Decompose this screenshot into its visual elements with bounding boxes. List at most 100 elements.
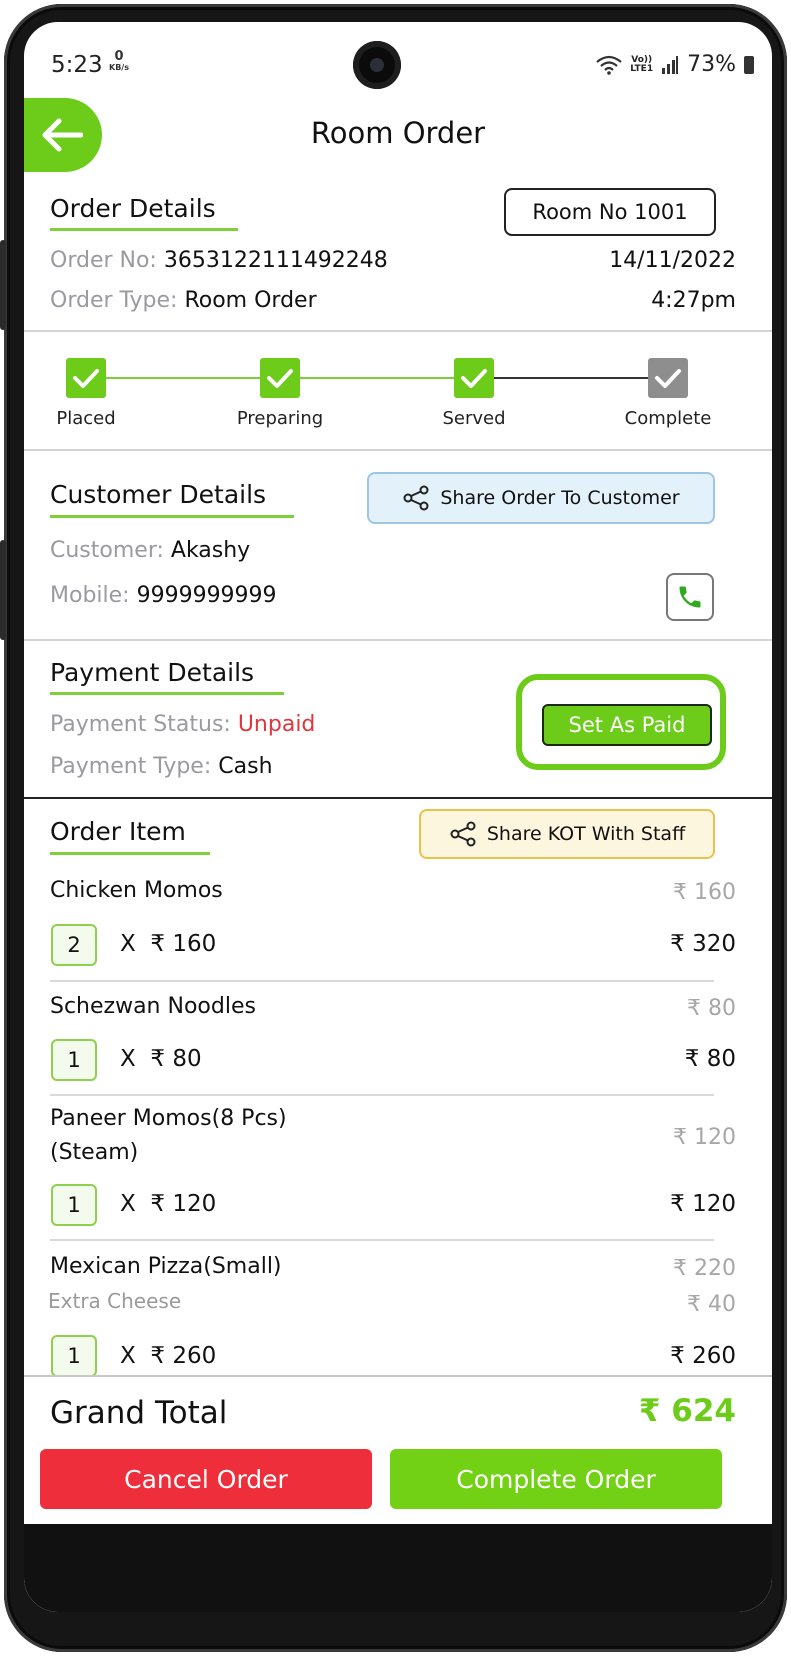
app-screen: 5:23 0 KB/s Vo)) LTE1 73% Room Order Ord… xyxy=(24,22,772,1612)
payment-details-title: Payment Details xyxy=(50,658,255,687)
footer-divider xyxy=(24,1375,772,1377)
section-divider xyxy=(24,639,772,641)
payment-type-value: Cash xyxy=(218,754,273,779)
step-placed-check-icon xyxy=(66,358,106,398)
step-label-complete: Complete xyxy=(624,408,712,429)
section-divider xyxy=(24,797,772,799)
share-kot-label: Share KOT With Staff xyxy=(486,823,686,845)
progress-line-1 xyxy=(106,377,260,379)
unit-price: ₹ 260 xyxy=(150,1343,217,1369)
item-divider xyxy=(50,1239,714,1241)
volte-indicator: Vo)) LTE1 xyxy=(630,55,654,74)
status-time: 5:23 xyxy=(51,52,103,78)
item-name: Paneer Momos(8 Pcs) xyxy=(50,1106,287,1131)
order-details-underline xyxy=(50,228,238,231)
signal-icon xyxy=(662,55,679,74)
volte-bottom: LTE1 xyxy=(630,63,654,74)
net-speed-value: 0 xyxy=(114,49,124,64)
volume-button xyxy=(0,240,6,330)
navigation-bar xyxy=(24,1524,772,1612)
step-served-check-icon xyxy=(454,358,494,398)
item-total: ₹ 260 xyxy=(670,1343,736,1369)
room-number-badge: Room No 1001 xyxy=(504,188,716,236)
quantity-calc: X ₹ 160 xyxy=(120,931,216,957)
progress-line-2 xyxy=(300,377,454,379)
order-type-value: Room Order xyxy=(184,288,317,313)
customer-row: Customer: Akashy xyxy=(50,538,250,563)
item-price: ₹ 80 xyxy=(687,996,736,1021)
status-icons: Vo)) LTE1 73% xyxy=(596,52,754,77)
battery-percent: 73% xyxy=(687,52,736,77)
cancel-order-button[interactable]: Cancel Order xyxy=(40,1449,372,1509)
item-name-line2: (Steam) xyxy=(50,1140,139,1165)
payment-type-label: Payment Type: xyxy=(50,754,212,779)
section-divider xyxy=(24,449,772,451)
step-label-placed: Placed xyxy=(56,408,116,429)
times-sign: X xyxy=(120,931,136,957)
order-type-label: Order Type: xyxy=(50,288,178,313)
order-date: 14/11/2022 xyxy=(609,248,736,273)
quantity-calc: X ₹ 260 xyxy=(120,1343,216,1369)
grand-total-value: ₹ 624 xyxy=(638,1393,736,1429)
addon-price: ₹ 40 xyxy=(687,1292,736,1317)
net-speed-unit: KB/s xyxy=(109,63,129,72)
order-details-title: Order Details xyxy=(50,194,216,223)
bixby-button xyxy=(0,540,6,640)
step-preparing-check-icon xyxy=(260,358,300,398)
order-no-label: Order No: xyxy=(50,248,157,273)
section-divider xyxy=(24,330,772,332)
share-kot-button[interactable]: Share KOT With Staff xyxy=(419,809,715,859)
times-sign: X xyxy=(120,1046,136,1072)
phone-frame: 5:23 0 KB/s Vo)) LTE1 73% Room Order Ord… xyxy=(0,0,791,1656)
customer-name: Akashy xyxy=(170,538,251,563)
unit-price: ₹ 120 xyxy=(150,1191,217,1217)
payment-details-underline xyxy=(50,692,284,695)
wifi-icon xyxy=(596,55,623,75)
payment-type-row: Payment Type: Cash xyxy=(50,754,273,779)
times-sign: X xyxy=(120,1343,136,1369)
share-icon xyxy=(403,485,429,511)
progress-line-3 xyxy=(494,377,648,379)
step-label-preparing: Preparing xyxy=(236,408,324,429)
payment-status-value: Unpaid xyxy=(237,712,316,737)
order-item-underline xyxy=(50,852,210,855)
quantity-box[interactable]: 1 xyxy=(51,1184,97,1226)
step-complete-check-icon[interactable] xyxy=(648,358,688,398)
item-price: ₹ 220 xyxy=(673,1256,736,1281)
times-sign: X xyxy=(120,1191,136,1217)
item-total: ₹ 120 xyxy=(670,1191,736,1217)
order-type-row: Order Type: Room Order xyxy=(50,288,317,313)
item-divider xyxy=(50,980,714,982)
order-number-row: Order No: 3653122111492248 xyxy=(50,248,388,273)
set-as-paid-button[interactable]: Set As Paid xyxy=(542,704,712,746)
battery-icon xyxy=(744,55,754,74)
item-price: ₹ 160 xyxy=(673,880,736,905)
mobile-row: Mobile: 9999999999 xyxy=(50,583,277,608)
quantity-box[interactable]: 2 xyxy=(51,924,97,966)
item-name: Mexican Pizza(Small) xyxy=(50,1254,282,1279)
payment-status-row: Payment Status: Unpaid xyxy=(50,712,315,737)
item-total: ₹ 80 xyxy=(684,1046,736,1072)
page-title: Room Order xyxy=(310,116,486,150)
quantity-box[interactable]: 1 xyxy=(51,1039,97,1081)
mobile-number: 9999999999 xyxy=(136,583,277,608)
quantity-box[interactable]: 1 xyxy=(51,1335,97,1377)
net-speed: 0 KB/s xyxy=(109,49,129,73)
share-order-to-customer-button[interactable]: Share Order To Customer xyxy=(367,472,715,524)
item-price: ₹ 120 xyxy=(673,1125,736,1150)
grand-total-label: Grand Total xyxy=(50,1395,228,1431)
share-icon xyxy=(450,821,476,847)
item-name: Schezwan Noodles xyxy=(50,994,256,1019)
order-item-title: Order Item xyxy=(50,817,186,846)
item-total: ₹ 320 xyxy=(670,931,736,957)
call-button[interactable] xyxy=(666,573,714,621)
quantity-calc: X ₹ 120 xyxy=(120,1191,216,1217)
order-time: 4:27pm xyxy=(651,288,736,313)
complete-order-button[interactable]: Complete Order xyxy=(390,1449,722,1509)
item-divider xyxy=(50,1094,714,1096)
order-no-value: 3653122111492248 xyxy=(163,248,388,273)
item-name: Chicken Momos xyxy=(50,878,223,903)
share-order-label: Share Order To Customer xyxy=(440,487,680,509)
customer-details-underline xyxy=(50,515,294,518)
customer-details-title: Customer Details xyxy=(50,480,267,509)
